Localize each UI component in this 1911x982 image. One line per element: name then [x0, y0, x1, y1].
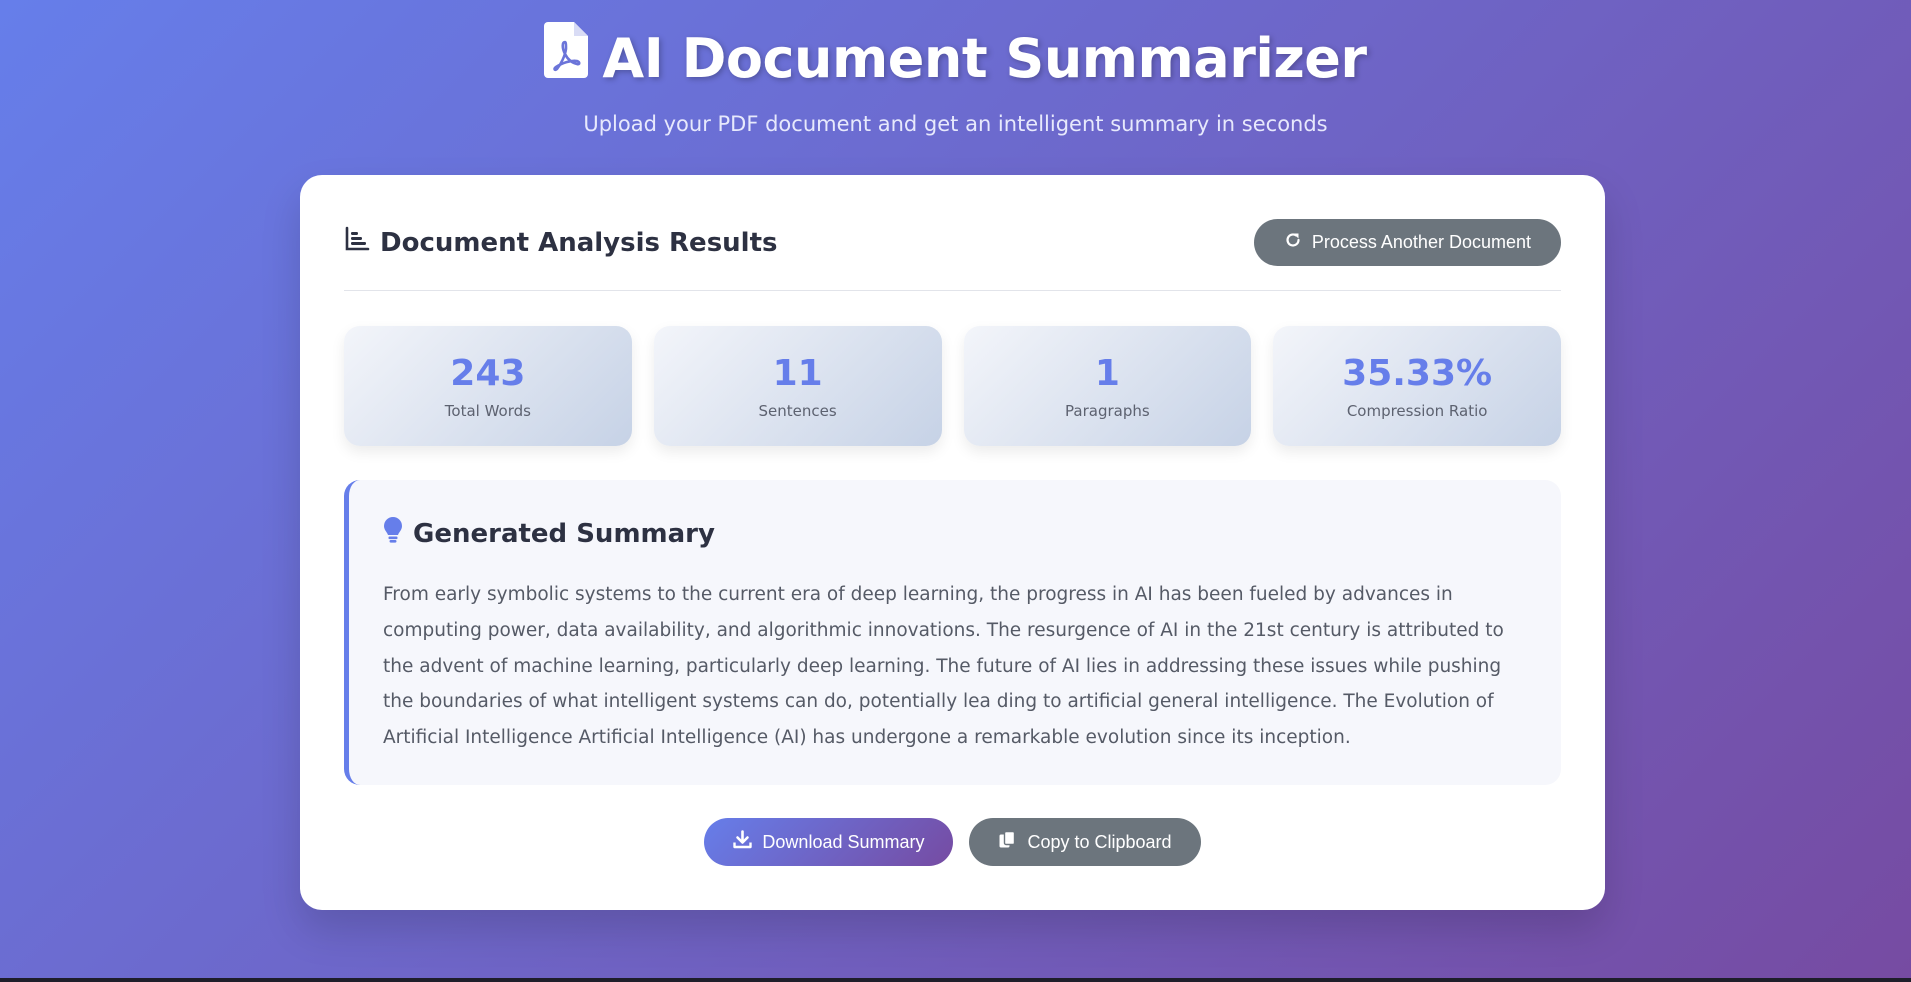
divider — [344, 290, 1561, 291]
page-title: AI Document Summarizer — [544, 22, 1367, 96]
download-summary-button[interactable]: Download Summary — [704, 818, 954, 866]
summary-panel: Generated Summary From early symbolic sy… — [344, 480, 1561, 785]
file-pdf-icon — [544, 22, 589, 96]
copy-icon — [998, 830, 1017, 854]
stat-label: Sentences — [758, 402, 837, 420]
stat-value: 1 — [1094, 353, 1120, 394]
redo-icon — [1284, 231, 1302, 254]
page-title-text: AI Document Summarizer — [602, 27, 1367, 90]
process-another-button[interactable]: Process Another Document — [1253, 219, 1561, 266]
stat-sentences: 11 Sentences — [653, 326, 942, 446]
stat-value: 243 — [450, 353, 526, 394]
stat-compression-ratio: 35.33% Compression Ratio — [1273, 326, 1561, 446]
results-card: Document Analysis Results Process Anothe… — [300, 175, 1605, 910]
stat-label: Compression Ratio — [1346, 402, 1488, 420]
stat-total-words: 243 Total Words — [344, 326, 632, 446]
download-summary-label: Download Summary — [762, 831, 925, 852]
stat-value: 11 — [772, 353, 823, 394]
copy-to-clipboard-label: Copy to Clipboard — [1027, 831, 1172, 852]
stats-row: 243 Total Words 11 Sentences 1 Paragraph… — [344, 326, 1561, 446]
stat-label: Paragraphs — [1065, 402, 1150, 420]
summary-heading: Generated Summary — [383, 516, 1523, 551]
stat-label: Total Words — [444, 402, 531, 420]
stat-value: 35.33% — [1342, 353, 1493, 394]
stat-paragraphs: 1 Paragraphs — [963, 326, 1252, 446]
download-icon — [733, 830, 753, 854]
summary-heading-text: Generated Summary — [413, 518, 715, 549]
lightbulb-icon — [383, 516, 403, 551]
chart-bar-icon — [344, 226, 370, 259]
results-header: Document Analysis Results Process Anothe… — [344, 219, 1561, 266]
results-title-text: Document Analysis Results — [380, 227, 778, 258]
results-title: Document Analysis Results — [344, 226, 778, 259]
copy-to-clipboard-button[interactable]: Copy to Clipboard — [969, 818, 1201, 866]
page-header: AI Document Summarizer Upload your PDF d… — [0, 22, 1911, 136]
summary-actions: Download Summary Copy to Clipboard — [300, 818, 1605, 866]
process-another-label: Process Another Document — [1311, 232, 1531, 252]
page-subtitle: Upload your PDF document and get an inte… — [583, 112, 1328, 136]
summary-text: From early symbolic systems to the curre… — [383, 584, 1504, 749]
